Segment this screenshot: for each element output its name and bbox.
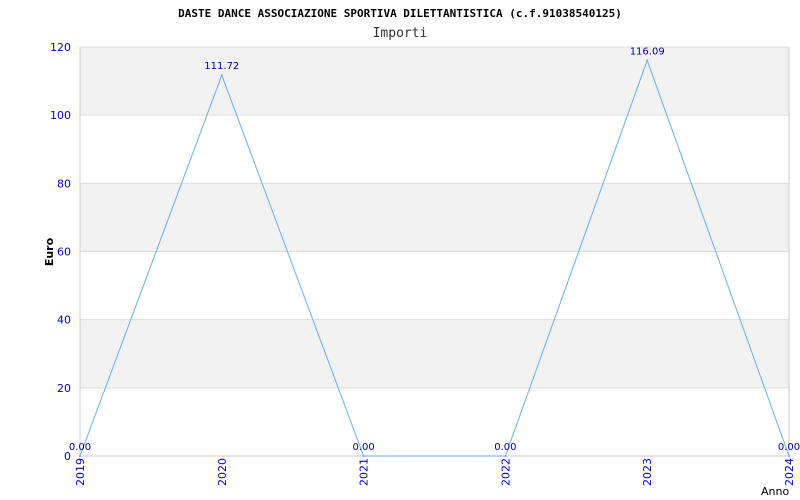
y-tick-label: 120 (50, 41, 71, 54)
data-label: 0.00 (69, 442, 91, 453)
y-axis-label: Euro (43, 237, 56, 266)
x-axis-label: Anno (761, 485, 789, 498)
background-band (80, 47, 789, 116)
background-band (80, 251, 789, 320)
data-point (788, 455, 790, 457)
x-tick-label: 2020 (216, 458, 229, 486)
chart-subtitle: Importi (373, 26, 428, 41)
x-tick-labels: 2019 2020 2021 2022 2023 2024 (74, 458, 796, 486)
data-point (362, 455, 365, 457)
x-tick-label: 2021 (358, 458, 371, 486)
x-tick-label: 2024 (783, 458, 796, 486)
chart-title: DASTE DANCE ASSOCIAZIONE SPORTIVA DILETT… (178, 7, 622, 20)
background-band (80, 115, 789, 184)
background-band (80, 183, 789, 252)
y-tick-label: 20 (57, 382, 71, 395)
data-label: 0.00 (778, 442, 800, 453)
chart-area: 020406080100120 2019 2020 2021 2022 2023 2024… (43, 7, 800, 498)
y-tick-label: 80 (57, 177, 71, 190)
y-tick-label: 60 (57, 246, 71, 259)
y-tick-label: 100 (50, 109, 71, 122)
data-label: 116.09 (630, 46, 665, 57)
background-band (80, 319, 789, 388)
background-band (80, 387, 789, 456)
x-tick-label: 2022 (499, 458, 512, 486)
data-label: 111.72 (204, 61, 239, 72)
x-tick-label: 2023 (641, 458, 654, 486)
data-point (504, 455, 507, 457)
data-label: 0.00 (494, 442, 516, 453)
x-tick-label: 2019 (74, 458, 87, 486)
data-point (220, 74, 223, 77)
data-point (79, 455, 81, 457)
data-label: 0.00 (352, 442, 374, 453)
y-tick-label: 40 (57, 314, 71, 327)
data-point (646, 59, 649, 62)
